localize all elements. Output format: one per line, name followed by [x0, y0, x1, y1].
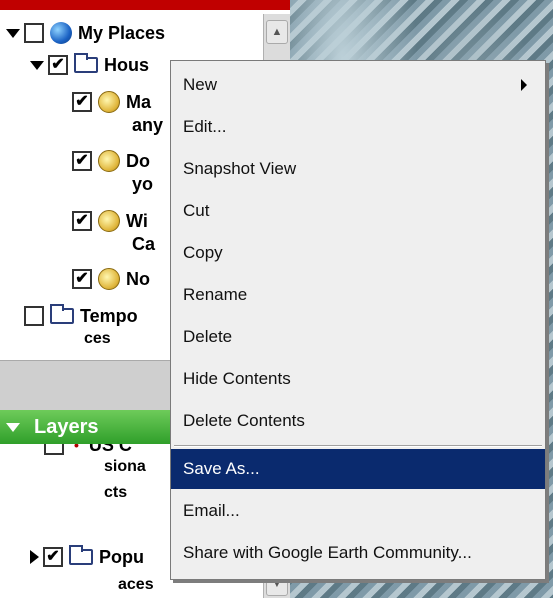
tree-row-place-2[interactable]: ✔ Do	[72, 148, 150, 174]
menu-label: Cut	[183, 201, 210, 220]
checkbox[interactable]: ✔	[72, 211, 92, 231]
checkbox[interactable]: ✔	[72, 269, 92, 289]
folder-icon	[50, 304, 74, 324]
layer-label-cont: cts	[104, 484, 128, 501]
context-menu: New Edit... Snapshot View Cut Copy Renam…	[170, 60, 546, 580]
menu-label: Rename	[183, 285, 248, 304]
menu-label: Email...	[183, 501, 240, 520]
tree-label-cont: Ca	[132, 234, 156, 254]
scroll-up-button[interactable]: ▲	[266, 20, 288, 44]
menu-item-hide-contents[interactable]: Hide Contents	[171, 359, 545, 399]
tree-row-place-1[interactable]: ✔ Ma	[72, 89, 151, 115]
menu-item-new[interactable]: New	[171, 65, 545, 105]
globe-icon	[50, 22, 72, 44]
menu-label: Delete Contents	[183, 411, 305, 430]
tree-label-my-places: My Places	[78, 22, 166, 43]
placemark-icon	[98, 268, 120, 290]
menu-label: New	[183, 75, 218, 94]
layer-marker-icon: •	[74, 444, 79, 453]
menu-item-rename[interactable]: Rename	[171, 275, 545, 315]
expand-arrow-icon[interactable]	[30, 60, 44, 70]
layer-label-cont: aces	[118, 576, 154, 593]
menu-label: Snapshot View	[183, 159, 297, 178]
layer-label: Popu	[99, 546, 144, 567]
expand-arrow-icon[interactable]	[30, 550, 39, 564]
placemark-icon	[98, 210, 120, 232]
layer-row-populated-places[interactable]: ✔ Popu	[30, 544, 144, 570]
tree-label-temporary: Tempo	[80, 305, 138, 326]
checkbox[interactable]: ✔	[72, 151, 92, 171]
tree-row-place-4[interactable]: ✔ No	[72, 266, 150, 292]
menu-label: Share with Google Earth Community...	[183, 543, 472, 562]
menu-label: Save As...	[183, 459, 260, 478]
menu-separator	[174, 445, 542, 447]
folder-icon	[69, 545, 93, 565]
tree-label: Ma	[126, 91, 152, 112]
expand-arrow-icon[interactable]	[6, 28, 20, 38]
tree-label: No	[126, 268, 150, 289]
checkbox[interactable]	[24, 23, 44, 43]
tree-label-cont: ces	[84, 330, 111, 347]
tree-row-my-places[interactable]: My Places	[6, 20, 165, 46]
folder-icon	[74, 53, 98, 73]
layer-label-cont: siona	[104, 458, 146, 475]
tree-row-place-3[interactable]: ✔ Wi	[72, 208, 148, 234]
panel-top-bar	[0, 0, 290, 10]
menu-label: Copy	[183, 243, 223, 262]
tree-label-houses: Hous	[104, 54, 149, 75]
menu-label: Edit...	[183, 117, 227, 136]
menu-item-delete-contents[interactable]: Delete Contents	[171, 401, 545, 441]
tree-label-cont: yo	[132, 174, 154, 194]
tree-label: Do	[126, 150, 150, 171]
menu-item-snapshot-view[interactable]: Snapshot View	[171, 149, 545, 189]
menu-item-email[interactable]: Email...	[171, 491, 545, 531]
checkbox[interactable]	[44, 444, 64, 455]
checkbox[interactable]	[24, 306, 44, 326]
menu-item-copy[interactable]: Copy	[171, 233, 545, 273]
checkbox[interactable]: ✔	[72, 92, 92, 112]
menu-item-save-as[interactable]: Save As...	[171, 449, 545, 489]
checkbox[interactable]: ✔	[43, 547, 63, 567]
layers-title: Layers	[34, 415, 99, 438]
menu-label: Hide Contents	[183, 369, 291, 388]
expand-arrow-icon[interactable]	[6, 422, 20, 432]
tree-row-temporary[interactable]: Tempo	[24, 303, 138, 329]
menu-item-cut[interactable]: Cut	[171, 191, 545, 231]
tree-label: Wi	[126, 210, 148, 231]
menu-item-share[interactable]: Share with Google Earth Community...	[171, 533, 545, 573]
layer-row-us-congressional[interactable]: • US C	[44, 444, 132, 458]
menu-item-delete[interactable]: Delete	[171, 317, 545, 357]
placemark-icon	[98, 150, 120, 172]
checkbox[interactable]: ✔	[48, 55, 68, 75]
tree-label-cont: any	[132, 115, 164, 135]
placemark-icon	[98, 91, 120, 113]
submenu-arrow-icon	[521, 79, 527, 91]
tree-row-houses[interactable]: ✔ Hous	[30, 52, 149, 78]
layer-label: US C	[88, 444, 132, 455]
menu-item-edit[interactable]: Edit...	[171, 107, 545, 147]
menu-label: Delete	[183, 327, 233, 346]
